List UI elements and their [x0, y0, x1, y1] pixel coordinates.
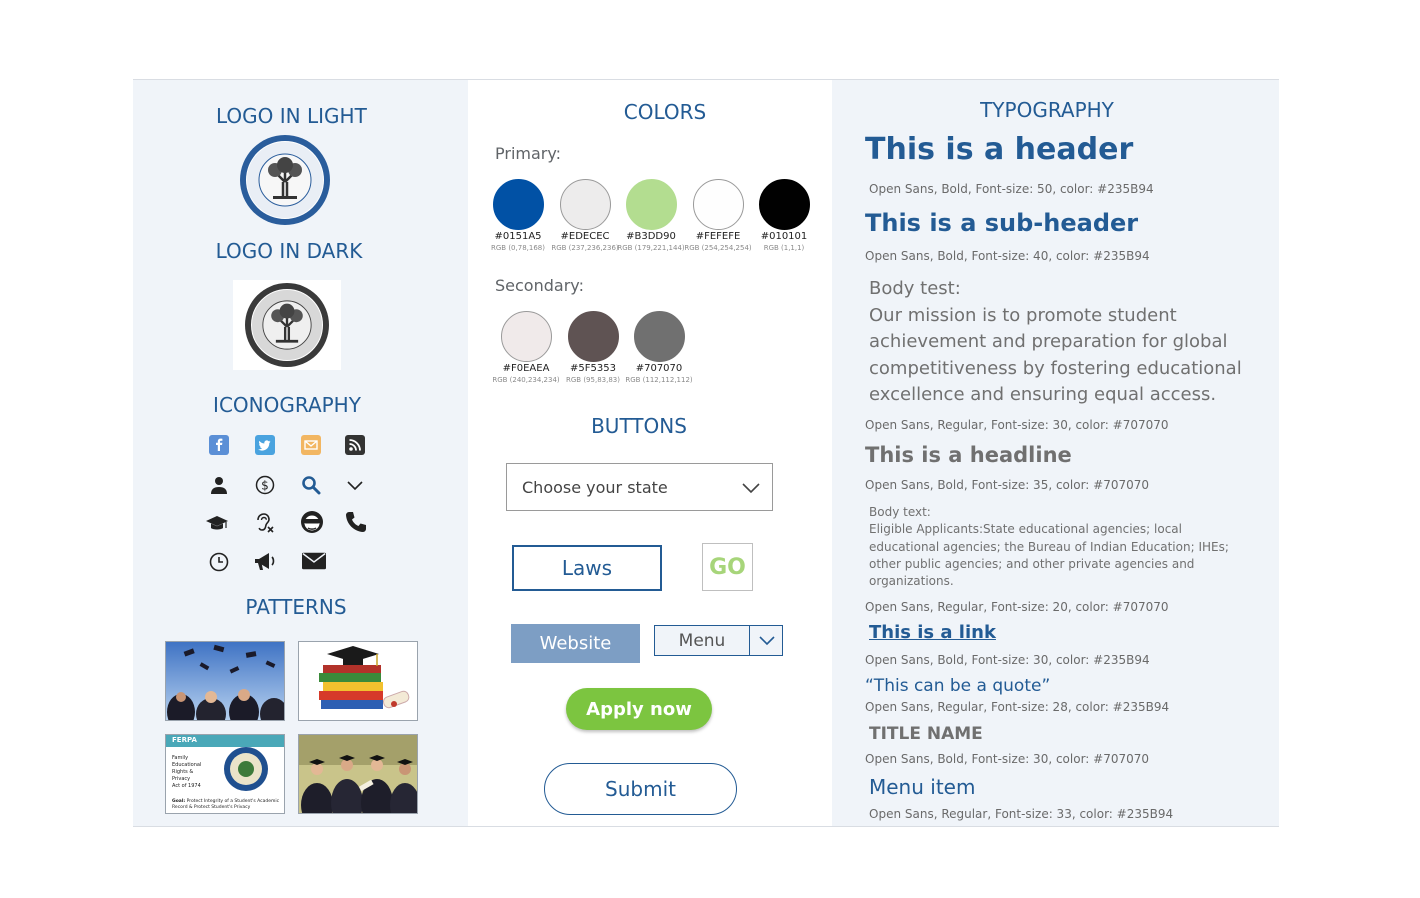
- color-swatch: [758, 179, 810, 230]
- iconography-title: ICONOGRAPHY: [213, 393, 361, 417]
- primary-label: Primary:: [495, 144, 562, 163]
- envelope-icon[interactable]: [302, 549, 326, 573]
- body-meta: Open Sans, Regular, Font-size: 30, color…: [865, 418, 1169, 432]
- submit-label: Submit: [605, 777, 676, 801]
- color-swatch: [692, 179, 744, 230]
- user-icon[interactable]: [207, 473, 231, 497]
- menu-label: Menu: [678, 630, 726, 651]
- secondary-label: Secondary:: [495, 276, 584, 295]
- menu-item-meta: Open Sans, Regular, Font-size: 33, color…: [869, 807, 1174, 821]
- color-swatch: [500, 311, 552, 362]
- search-icon[interactable]: [299, 473, 323, 497]
- title-name-meta: Open Sans, Bold, Font-size: 30, color: #…: [865, 752, 1150, 766]
- ferpa-goal: Goal: Protect Integrity of a Student's A…: [172, 799, 280, 810]
- small-body-meta: Open Sans, Regular, Font-size: 20, color…: [865, 600, 1169, 614]
- sample-headline: This is a headline: [865, 443, 1072, 467]
- go-label: GO: [709, 554, 746, 580]
- state-select[interactable]: Choose your state: [506, 463, 773, 511]
- header-meta: Open Sans, Bold, Font-size: 50, color: #…: [869, 182, 1154, 196]
- chevron-down-icon: [742, 483, 760, 494]
- submit-button[interactable]: Submit: [544, 763, 737, 815]
- sample-menu-item[interactable]: Menu item: [869, 775, 975, 799]
- patterns-title: PATTERNS: [245, 595, 347, 619]
- pattern-ferpa-card[interactable]: FERPA Family Educational Rights & Privac…: [165, 734, 285, 814]
- color-swatch: [567, 311, 619, 362]
- logo-light-title: LOGO IN LIGHT: [216, 104, 367, 128]
- menu-dropdown[interactable]: Menu: [654, 625, 783, 656]
- swatch-rgb: RGB (112,112,112): [625, 376, 693, 384]
- typography-title: TYPOGRAPHY: [980, 98, 1114, 122]
- colors-title: COLORS: [623, 100, 707, 124]
- quote-meta: Open Sans, Regular, Font-size: 28, color…: [865, 700, 1170, 714]
- brand-assets-column: LOGO IN LIGHT LOGO IN DARK ICONOGRAPHY $…: [133, 80, 468, 826]
- tree-emblem-dark: [262, 300, 312, 350]
- twitter-icon[interactable]: [253, 433, 277, 457]
- ferpa-header: FERPA: [172, 736, 197, 744]
- logo-dark-box: [233, 280, 341, 370]
- laws-label: Laws: [561, 556, 613, 580]
- anonymous-icon[interactable]: [300, 510, 324, 534]
- go-button[interactable]: GO: [702, 543, 753, 591]
- sample-quote: “This can be a quote”: [865, 676, 1051, 696]
- color-swatch: [492, 179, 544, 230]
- color-swatch: [625, 179, 677, 230]
- subheader-meta: Open Sans, Bold, Font-size: 40, color: #…: [865, 249, 1150, 263]
- rss-icon[interactable]: [343, 433, 367, 457]
- apply-now-button[interactable]: Apply now: [566, 688, 712, 730]
- style-guide-board: LOGO IN LIGHT LOGO IN DARK ICONOGRAPHY $…: [133, 79, 1279, 827]
- sample-title-name: TITLE NAME: [869, 724, 983, 744]
- logo-light-seal: [240, 135, 330, 225]
- svg-text:$: $: [261, 479, 269, 493]
- logo-dark-title: LOGO IN DARK: [215, 239, 363, 263]
- website-button[interactable]: Website: [511, 624, 640, 663]
- graduation-cap-icon[interactable]: [205, 511, 229, 535]
- state-select-value: Choose your state: [522, 477, 668, 497]
- link-meta: Open Sans, Bold, Font-size: 30, color: #…: [865, 653, 1150, 667]
- logo-dark-seal: [245, 283, 329, 367]
- pattern-graduates-caps[interactable]: [165, 641, 285, 721]
- hearing-impaired-icon[interactable]: [252, 511, 276, 535]
- color-swatch: [559, 179, 611, 230]
- megaphone-icon[interactable]: [253, 550, 277, 574]
- email-icon[interactable]: [299, 433, 323, 457]
- phone-icon[interactable]: [344, 510, 368, 534]
- chevron-down-icon[interactable]: [343, 473, 367, 497]
- sample-subheader: This is a sub-header: [865, 209, 1139, 237]
- buttons-title: BUTTONS: [591, 414, 687, 438]
- website-label: Website: [539, 633, 612, 654]
- pattern-books-diploma[interactable]: [298, 641, 418, 721]
- clock-icon[interactable]: [207, 550, 231, 574]
- headline-meta: Open Sans, Bold, Font-size: 35, color: #…: [865, 478, 1150, 492]
- swatch-hex: #707070: [635, 363, 683, 374]
- pattern-graduates-group[interactable]: [298, 734, 418, 814]
- chevron-down-icon: [759, 636, 775, 646]
- laws-button[interactable]: Laws: [512, 545, 662, 591]
- typography-column: TYPOGRAPHY This is a header Open Sans, B…: [832, 80, 1279, 826]
- swatch-hex: #010101: [760, 231, 808, 242]
- facebook-icon[interactable]: [207, 433, 231, 457]
- tree-emblem: [258, 153, 312, 207]
- sample-header: This is a header: [865, 132, 1134, 167]
- sample-small-body: Body text: Eligible Applicants:State edu…: [869, 505, 1229, 589]
- ferpa-seal: [224, 747, 268, 791]
- dollar-icon[interactable]: $: [253, 473, 277, 497]
- sample-link[interactable]: This is a link: [869, 622, 996, 643]
- color-swatch: [633, 311, 685, 362]
- colors-buttons-column: COLORS Primary: #0151A5 RGB (0,78,168) #ED…: [468, 80, 832, 826]
- ferpa-lines: Family Educational Rights & Privacy Act …: [172, 755, 202, 789]
- swatch-rgb: RGB (1,1,1): [763, 244, 805, 252]
- apply-now-label: Apply now: [586, 698, 692, 720]
- sample-body: Body test: Our mission is to promote stu…: [869, 278, 1242, 405]
